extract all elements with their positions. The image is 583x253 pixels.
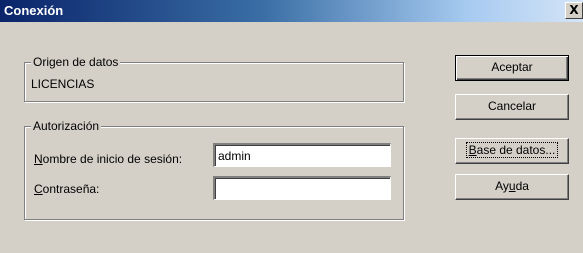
username-label: Nombre de inicio de sesión: — [34, 152, 182, 166]
close-button[interactable]: X — [565, 2, 583, 19]
title-bar[interactable]: Conexión X — [0, 0, 583, 22]
cancel-button[interactable]: Cancelar — [455, 94, 569, 120]
username-input[interactable] — [213, 143, 391, 167]
help-button-text-start: Ay — [495, 179, 509, 193]
help-button-text-end: da — [515, 179, 529, 193]
data-source-value: LICENCIAS — [31, 77, 95, 91]
password-label-text: ontraseña: — [42, 182, 100, 196]
database-button[interactable]: Base de datos... — [455, 138, 569, 164]
username-label-text: ombre de inicio de sesión: — [42, 152, 183, 166]
password-label: Contraseña: — [34, 182, 99, 196]
database-button-text: ase de datos... — [476, 143, 556, 157]
authorization-legend: Autorización — [31, 119, 102, 133]
accept-button[interactable]: Aceptar — [455, 55, 569, 81]
help-button-label: Ayuda — [495, 179, 529, 193]
connection-dialog: Conexión X Origen de datos LICENCIAS Aut… — [0, 0, 583, 253]
authorization-group: Autorización Nombre de inicio de sesión:… — [24, 119, 404, 220]
help-button[interactable]: Ayuda — [455, 174, 569, 200]
close-icon: X — [569, 3, 579, 17]
dialog-title: Conexión — [4, 3, 64, 18]
data-source-group: Origen de datos LICENCIAS — [24, 55, 404, 102]
data-source-legend: Origen de datos — [31, 55, 121, 69]
cancel-button-label: Cancelar — [487, 99, 537, 113]
help-button-mnemonic: u — [508, 179, 516, 193]
username-label-mnemonic: N — [34, 152, 43, 166]
accept-button-label: Aceptar — [491, 60, 533, 74]
password-label-mnemonic: C — [34, 182, 43, 196]
database-button-mnemonic: B — [468, 143, 477, 157]
database-button-label: Base de datos... — [465, 142, 559, 158]
password-input[interactable] — [213, 176, 391, 200]
